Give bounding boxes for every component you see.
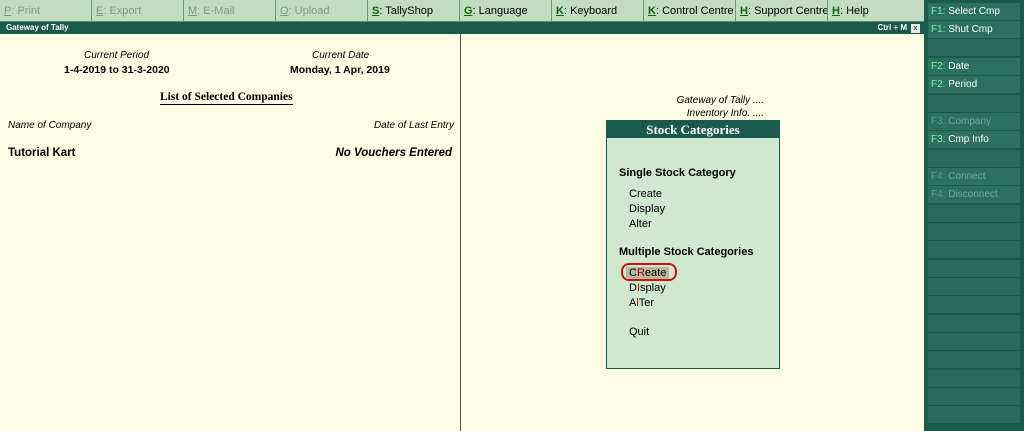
main-area: Current Period 1-4-2019 to 31-3-2020 Cur… [0, 34, 924, 431]
sidebar-date[interactable]: F2: Date [928, 58, 1020, 75]
sidebar-blank-13 [928, 370, 1020, 387]
sidebar-disconnect[interactable]: F4: Disconnect [928, 186, 1020, 203]
sidebar-blank-15 [928, 406, 1020, 423]
companies-list-title: List of Selected Companies [160, 91, 293, 105]
title-bar: Gateway of Tally Ctrl + M x [0, 22, 924, 34]
multiple-alter-option[interactable]: AlTer [629, 297, 654, 309]
quit-option[interactable]: Quit [629, 326, 649, 338]
sidebar-shut-cmp[interactable]: F1: Shut Cmp [928, 21, 1020, 38]
menu-control-centre[interactable]: K: Control Centre [644, 0, 736, 22]
sidebar-blank-6 [928, 241, 1020, 258]
single-alter-option[interactable]: Alter [629, 218, 652, 230]
sidebar-blank-4 [928, 205, 1020, 222]
single-create-option[interactable]: Create [629, 188, 662, 200]
stock-categories-title: Stock Categories [607, 121, 779, 138]
sidebar-period[interactable]: F2: Period [928, 76, 1020, 93]
name-of-company-header: Name of Company [8, 120, 92, 131]
sidebar-connect[interactable]: F4: Connect [928, 168, 1020, 185]
menu-tallyshop[interactable]: S: TallyShop [368, 0, 460, 22]
menu-export[interactable]: E: Export [92, 0, 184, 22]
menu-upload[interactable]: O: Upload [276, 0, 368, 22]
current-date-value[interactable]: Monday, 1 Apr, 2019 [290, 64, 390, 76]
minimize-button[interactable]: x [911, 24, 920, 33]
breadcrumb: Gateway of Tally .... Inventory Info. ..… [677, 94, 764, 120]
sidebar-blank-9 [928, 296, 1020, 313]
sidebar-cmp-info[interactable]: F3: Cmp Info [928, 131, 1020, 148]
company-row-last-entry: No Vouchers Entered [335, 147, 452, 159]
sidebar-select-cmp[interactable]: F1: Select Cmp [928, 3, 1020, 20]
last-entry-header: Date of Last Entry [373, 120, 454, 131]
menu-email[interactable]: M: E-Mail [184, 0, 276, 22]
sidebar-blank-11 [928, 333, 1020, 350]
current-date-label: Current Date [312, 50, 370, 61]
multiple-stock-categories-heading: Multiple Stock Categories [619, 246, 754, 258]
sidebar-blank-5 [928, 223, 1020, 240]
shortcut-label: Ctrl + M [877, 23, 907, 32]
menu-support-centre[interactable]: H: Support Centre [736, 0, 828, 22]
sidebar-blank-12 [928, 351, 1020, 368]
function-key-sidebar: F1: Select Cmp F1: Shut Cmp F2: Date F2:… [924, 0, 1024, 431]
sidebar-blank-2 [928, 95, 1020, 112]
menu-keyboard[interactable]: K: Keyboard [552, 0, 644, 22]
current-period-value[interactable]: 1-4-2019 to 31-3-2020 [64, 64, 170, 76]
window-title: Gateway of Tally [6, 23, 69, 32]
company-info-pane: Current Period 1-4-2019 to 31-3-2020 Cur… [0, 34, 461, 431]
gateway-pane: Gateway of Tally .... Inventory Info. ..… [462, 34, 924, 431]
sidebar-blank-3 [928, 150, 1020, 167]
sidebar-blank-10 [928, 315, 1020, 332]
single-stock-category-heading: Single Stock Category [619, 167, 736, 179]
sidebar-blank-14 [928, 388, 1020, 405]
sidebar-company[interactable]: F3: Company [928, 113, 1020, 130]
breadcrumb-gateway: Gateway of Tally .... [676, 95, 764, 106]
single-display-option[interactable]: Display [629, 203, 665, 215]
sidebar-blank-7 [928, 260, 1020, 277]
menu-language[interactable]: G: Language [460, 0, 552, 22]
menu-help[interactable]: H: Help [828, 0, 924, 22]
top-menu-bar: P: Print E: Export M: E-Mail O: Upload S… [0, 0, 924, 22]
sidebar-blank-1 [928, 39, 1020, 56]
multiple-create-option[interactable]: CReate [626, 267, 670, 279]
current-period-label: Current Period [84, 50, 150, 61]
breadcrumb-inventory-info: Inventory Info. .... [686, 108, 764, 119]
company-row-name[interactable]: Tutorial Kart [8, 147, 76, 159]
menu-print[interactable]: P: Print [0, 0, 92, 22]
stock-categories-menu: Stock Categories Single Stock Category C… [606, 120, 780, 369]
multiple-display-option[interactable]: DIsplay [629, 282, 666, 294]
sidebar-blank-8 [928, 278, 1020, 295]
